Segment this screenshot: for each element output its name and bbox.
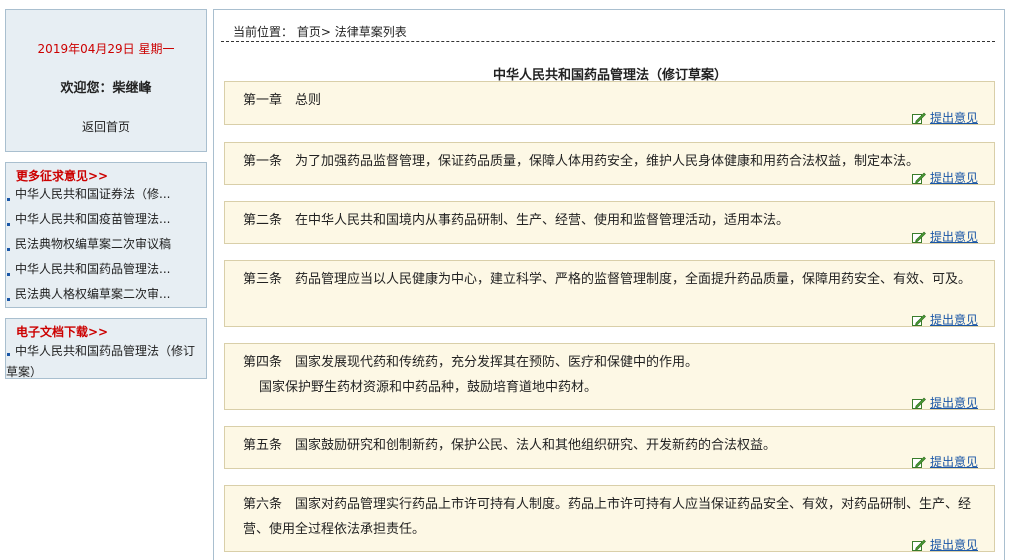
article-text: 第四条 国家发展现代药和传统药，充分发挥其在预防、医疗和保健中的作用。 国家保护… <box>225 344 994 400</box>
suggest-label: 提出意见 <box>929 313 978 327</box>
pen-edit-icon <box>911 314 926 331</box>
article-line: 第三条 药品管理应当以人民健康为中心，建立科学、严格的监督管理制度，全面提升药品… <box>243 272 972 287</box>
breadcrumb-prefix: 当前位置： <box>233 25 294 39</box>
pen-edit-icon <box>911 172 926 189</box>
suggest-button[interactable]: 提出意见 <box>911 537 978 556</box>
breadcrumb: 当前位置： 首页> 法律草案列表 <box>221 10 995 42</box>
article-line: 第六条 国家对药品管理实行药品上市许可持有人制度。药品上市许可持有人应当保证药品… <box>243 497 972 537</box>
welcome-user: 欢迎您：柴继峰 <box>60 81 152 96</box>
article-text: 第一章 总则 <box>225 82 994 113</box>
list-item[interactable]: 中华人民共和国药品管理法... <box>6 257 206 282</box>
main-content: 当前位置： 首页> 法律草案列表 中华人民共和国药品管理法（修订草案） 第一章 … <box>213 9 1005 560</box>
list-item[interactable]: 民法典人格权编草案二次审... <box>6 282 206 307</box>
article-block: 第一章 总则 提出意见 <box>224 81 995 125</box>
suggest-button[interactable]: 提出意见 <box>911 110 978 129</box>
suggest-button[interactable]: 提出意见 <box>911 229 978 248</box>
sidebar: 2019年04月29日 星期一 欢迎您：柴继峰 返回首页 更多征求意见>> 中华… <box>5 9 207 379</box>
suggest-label: 提出意见 <box>929 111 978 125</box>
suggest-label: 提出意见 <box>929 396 978 410</box>
more-drafts-list: 中华人民共和国证券法（修... 中华人民共和国疫苗管理法... 民法典物权编草案… <box>6 182 206 307</box>
breadcrumb-current[interactable]: 法律草案列表 <box>335 25 407 39</box>
article-block: 第六条 国家对药品管理实行药品上市许可持有人制度。药品上市许可持有人应当保证药品… <box>224 485 995 552</box>
article-text: 第五条 国家鼓励研究和创制新药，保护公民、法人和其他组织研究、开发新药的合法权益… <box>225 427 994 458</box>
more-drafts-title[interactable]: 更多征求意见>> <box>6 163 206 183</box>
article-text: 第六条 国家对药品管理实行药品上市许可持有人制度。药品上市许可持有人应当保证药品… <box>225 486 994 542</box>
pen-edit-icon <box>911 539 926 556</box>
pen-edit-icon <box>911 456 926 473</box>
breadcrumb-separator: > <box>320 25 331 39</box>
article-line: 第四条 国家发展现代药和传统药，充分发挥其在预防、医疗和保健中的作用。 <box>243 355 699 370</box>
article-block: 第五条 国家鼓励研究和创制新药，保护公民、法人和其他组织研究、开发新药的合法权益… <box>224 426 995 469</box>
document-download-title[interactable]: 电子文档下载>> <box>6 319 206 339</box>
suggest-label: 提出意见 <box>929 230 978 244</box>
article-line: 第一条 为了加强药品监督管理，保证药品质量，保障人体用药安全，维护人民身体健康和… <box>243 154 920 169</box>
article-block: 第一条 为了加强药品监督管理，保证药品质量，保障人体用药安全，维护人民身体健康和… <box>224 142 995 185</box>
pen-edit-icon <box>911 112 926 129</box>
breadcrumb-home-link[interactable]: 首页 <box>297 25 321 39</box>
list-item[interactable]: 中华人民共和国证券法（修... <box>6 182 206 207</box>
document-download-panel: 电子文档下载>> 中华人民共和国药品管理法（修订草案） <box>5 318 207 379</box>
pen-edit-icon <box>911 397 926 414</box>
current-date: 2019年04月29日 星期一 <box>37 42 175 56</box>
article-block: 第四条 国家发展现代药和传统药，充分发挥其在预防、医疗和保健中的作用。 国家保护… <box>224 343 995 410</box>
suggest-button[interactable]: 提出意见 <box>911 170 978 189</box>
article-block: 第三条 药品管理应当以人民健康为中心，建立科学、严格的监督管理制度，全面提升药品… <box>224 260 995 327</box>
article-line: 第二条 在中华人民共和国境内从事药品研制、生产、经营、使用和监督管理活动，适用本… <box>243 213 790 228</box>
suggest-label: 提出意见 <box>929 455 978 469</box>
suggest-button[interactable]: 提出意见 <box>911 395 978 414</box>
article-block: 第二条 在中华人民共和国境内从事药品研制、生产、经营、使用和监督管理活动，适用本… <box>224 201 995 244</box>
return-home-link[interactable]: 返回首页 <box>6 118 206 135</box>
list-item[interactable]: 民法典物权编草案二次审议稿 <box>6 232 206 257</box>
article-text: 第一条 为了加强药品监督管理，保证药品质量，保障人体用药安全，维护人民身体健康和… <box>225 143 994 174</box>
article-text: 第二条 在中华人民共和国境内从事药品研制、生产、经营、使用和监督管理活动，适用本… <box>225 202 994 233</box>
user-info-panel: 2019年04月29日 星期一 欢迎您：柴继峰 返回首页 <box>5 9 207 152</box>
suggest-label: 提出意见 <box>929 538 978 552</box>
article-text: 第三条 药品管理应当以人民健康为中心，建立科学、严格的监督管理制度，全面提升药品… <box>225 261 994 292</box>
article-line: 第一章 总则 <box>243 93 322 108</box>
article-line: 国家保护野生药材资源和中药品种，鼓励培育道地中药材。 <box>259 380 598 395</box>
list-item[interactable]: 中华人民共和国疫苗管理法... <box>6 207 206 232</box>
article-line: 第五条 国家鼓励研究和创制新药，保护公民、法人和其他组织研究、开发新药的合法权益… <box>243 438 777 453</box>
suggest-button[interactable]: 提出意见 <box>911 312 978 331</box>
more-drafts-panel: 更多征求意见>> 中华人民共和国证券法（修... 中华人民共和国疫苗管理法...… <box>5 162 207 308</box>
pen-edit-icon <box>911 231 926 248</box>
suggest-label: 提出意见 <box>929 171 978 185</box>
document-download-link[interactable]: 中华人民共和国药品管理法（修订草案） <box>6 338 206 383</box>
suggest-button[interactable]: 提出意见 <box>911 454 978 473</box>
